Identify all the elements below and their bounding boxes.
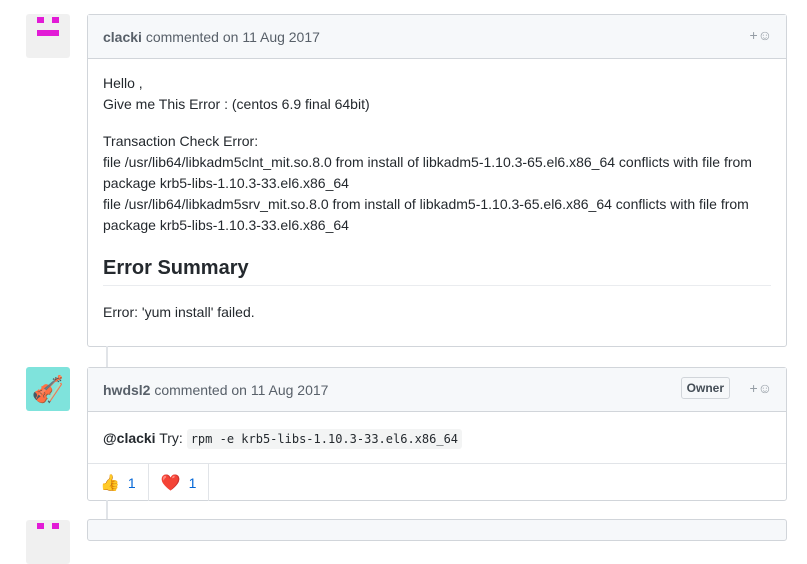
code: rpm -e krb5-libs-1.10.3-33.el6.x86_64 (186, 429, 463, 449)
comment-body: Hello , Give me This Error : (centos 6.9 … (88, 59, 786, 337)
owner-badge: Owner (680, 377, 730, 399)
comment-meta[interactable]: commented on 11 Aug 2017 (154, 382, 328, 398)
timeline-line (106, 500, 108, 520)
mention-link[interactable]: @clacki (103, 430, 156, 446)
text-line: Hello , (103, 75, 143, 91)
text-line: file /usr/lib64/libkadm5srv_mit.so.8.0 f… (103, 196, 749, 233)
comment-header: hwdsl2 commented on 11 Aug 2017 Owner +☺ (88, 368, 786, 412)
comment-next (87, 519, 787, 541)
text-line: Give me This Error : (centos 6.9 final 6… (103, 96, 370, 112)
comment-header: clacki commented on 11 Aug 2017 +☺ (88, 15, 786, 59)
avatar-clacki[interactable] (26, 14, 70, 58)
reaction-heart[interactable]: ❤️ 1 (149, 464, 210, 501)
timeline-line (106, 346, 108, 367)
text-line: file /usr/lib64/libkadm5clnt_mit.so.8.0 … (103, 154, 752, 191)
avatar-hwdsl2[interactable]: 🎻 (26, 367, 70, 411)
comment-hwdsl2: hwdsl2 commented on 11 Aug 2017 Owner +☺… (87, 367, 787, 501)
heart-icon: ❤️ (160, 474, 181, 492)
reactions-bar: 👍 1 ❤️ 1 (88, 463, 786, 501)
comment-body: @clacki Try: rpm -e krb5-libs-1.10.3-33.… (88, 412, 786, 463)
author-link[interactable]: hwdsl2 (103, 382, 150, 398)
heading: Error Summary (103, 258, 771, 286)
author-link[interactable]: clacki (103, 29, 142, 45)
text-line: Error: 'yum install' failed. (103, 304, 255, 320)
thumbs-up-icon: 👍 (100, 474, 120, 492)
comment-clacki: clacki commented on 11 Aug 2017 +☺ Hello… (87, 14, 787, 347)
comment-meta[interactable]: commented on 11 Aug 2017 (146, 29, 320, 45)
text: Try: (159, 430, 183, 446)
add-reaction-icon[interactable]: +☺ (750, 380, 772, 396)
reaction-count: 1 (188, 474, 197, 491)
avatar-clacki[interactable] (26, 520, 70, 564)
reaction-thumbs-up[interactable]: 👍 1 (88, 464, 149, 501)
text-line: Transaction Check Error: (103, 133, 259, 149)
add-reaction-icon[interactable]: +☺ (750, 27, 772, 43)
reaction-count: 1 (127, 474, 136, 491)
